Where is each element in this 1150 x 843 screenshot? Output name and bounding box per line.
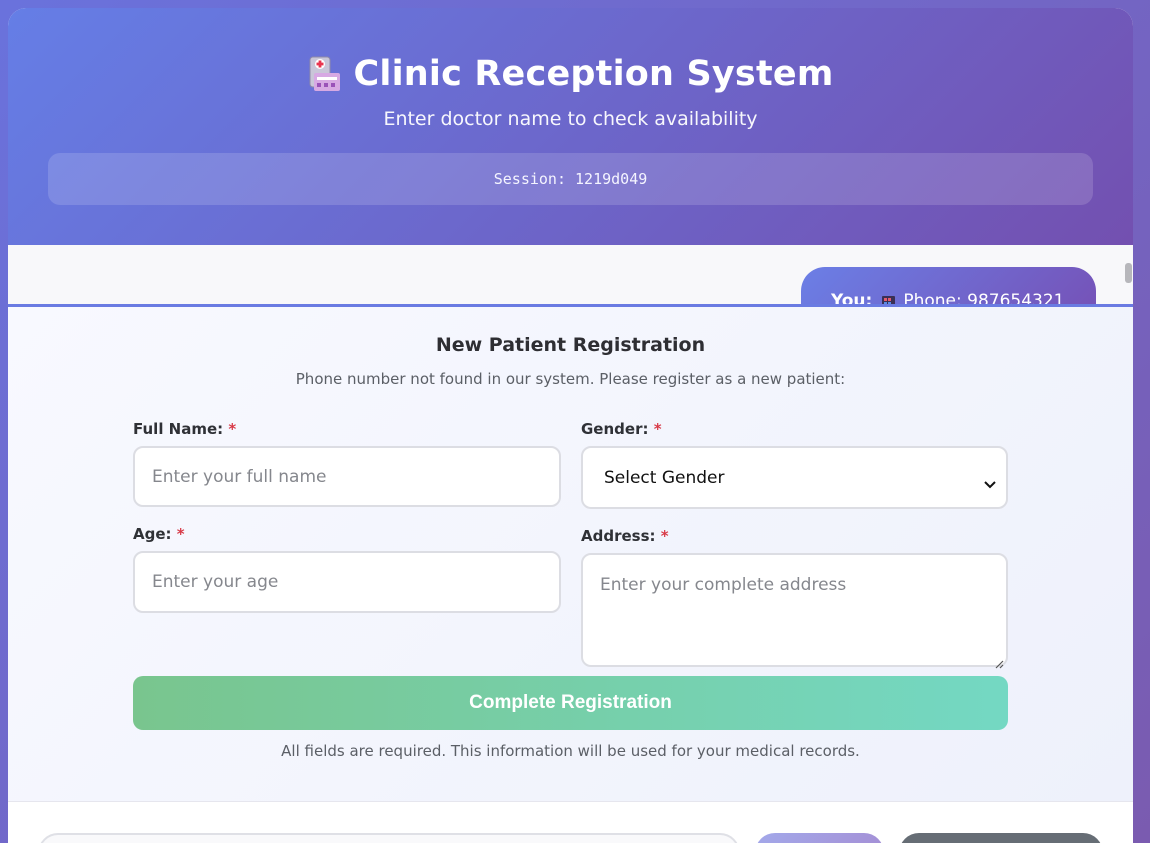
title-row: Clinic Reception System — [8, 54, 1133, 94]
hospital-icon — [307, 55, 341, 93]
page-subtitle: Enter doctor name to check availability — [383, 108, 758, 130]
secondary-button[interactable] — [899, 833, 1103, 843]
full-name-input[interactable]: Enter your full name — [133, 446, 561, 507]
registration-form: New Patient Registration Phone number no… — [8, 304, 1133, 802]
address-label-text: Address: — [581, 527, 656, 545]
complete-registration-button[interactable]: Complete Registration — [133, 676, 1008, 730]
registration-title: New Patient Registration — [435, 334, 706, 356]
send-button[interactable] — [755, 833, 884, 843]
chat-area[interactable]: You: Phone: 987654321 — [8, 245, 1133, 305]
gender-selected-value: Select Gender — [604, 467, 725, 488]
phone-icon — [882, 292, 896, 305]
age-label-text: Age: — [133, 525, 172, 543]
message-bar — [8, 802, 1133, 843]
chevron-down-icon — [984, 474, 996, 488]
required-marker: * — [176, 525, 185, 543]
age-input[interactable]: Enter your age — [133, 551, 561, 613]
address-label: Address: * — [581, 527, 669, 545]
message-input[interactable] — [38, 833, 740, 843]
page-title: Clinic Reception System — [353, 54, 834, 94]
full-name-label: Full Name: * — [133, 420, 236, 438]
registration-note: All fields are required. This informatio… — [281, 742, 860, 760]
message-text: Phone: 987654321 — [903, 291, 1065, 305]
session-id: Session: 1219d049 — [48, 153, 1093, 205]
required-marker: * — [653, 420, 662, 438]
address-placeholder: Enter your complete address — [600, 575, 847, 595]
chat-scrollbar[interactable] — [1125, 263, 1132, 283]
message-sender: You: — [831, 291, 873, 305]
app-card: Clinic Reception System Enter doctor nam… — [8, 8, 1133, 843]
required-marker: * — [660, 527, 669, 545]
gender-label-text: Gender: — [581, 420, 649, 438]
gender-label: Gender: * — [581, 420, 662, 438]
header: Clinic Reception System Enter doctor nam… — [8, 8, 1133, 245]
registration-description: Phone number not found in our system. Pl… — [295, 370, 846, 388]
address-textarea[interactable]: Enter your complete address — [581, 553, 1008, 669]
age-label: Age: * — [133, 525, 185, 543]
user-message-bubble: You: Phone: 987654321 — [801, 267, 1096, 305]
gender-select[interactable]: Select Gender — [581, 446, 1008, 509]
full-name-label-text: Full Name: — [133, 420, 224, 438]
resize-handle-icon[interactable] — [995, 654, 1004, 669]
required-marker: * — [228, 420, 237, 438]
